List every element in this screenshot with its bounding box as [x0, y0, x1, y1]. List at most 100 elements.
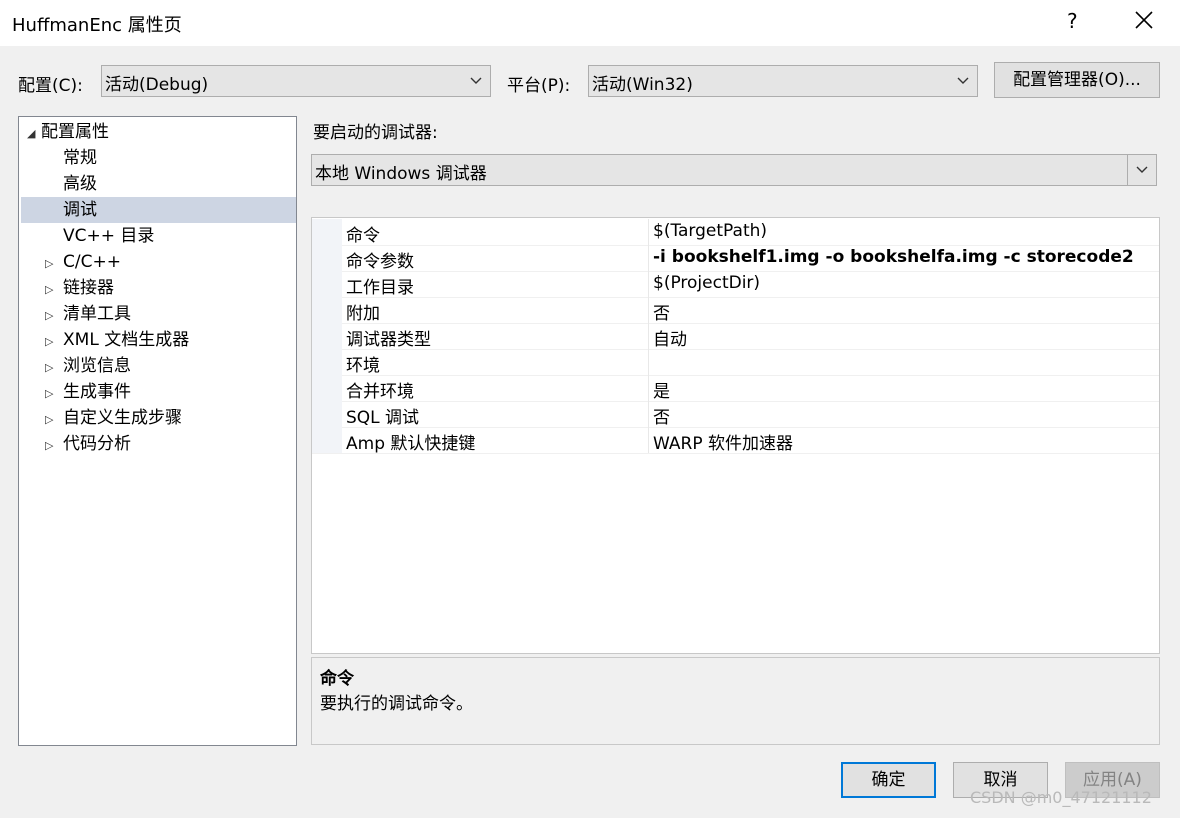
property-name: 命令	[346, 226, 380, 246]
tree-item-label: 代码分析	[63, 434, 131, 454]
row-gutter	[312, 323, 342, 349]
tree-item[interactable]: 调试	[45, 197, 97, 223]
property-value[interactable]: $(TargetPath)	[653, 221, 767, 241]
row-gutter	[312, 375, 342, 401]
property-row[interactable]: 附加 否	[312, 297, 1159, 324]
property-value[interactable]: 是	[653, 377, 670, 402]
column-separator	[648, 375, 649, 401]
debugger-select[interactable]: 本地 Windows 调试器	[311, 154, 1157, 186]
property-name: 调试器类型	[346, 330, 431, 350]
tree-item[interactable]: ▷ 浏览信息	[45, 353, 131, 379]
help-button[interactable]: ?	[1067, 9, 1078, 33]
tree-item[interactable]: ▷ 清单工具	[45, 301, 131, 327]
property-name: 环境	[346, 356, 380, 376]
debugger-dropdown-button[interactable]	[1127, 155, 1156, 185]
platform-select[interactable]: 活动(Win32)	[588, 65, 978, 97]
property-row[interactable]: 合并环境 是	[312, 375, 1159, 402]
column-separator	[648, 401, 649, 427]
expand-arrow-icon[interactable]: ▷	[45, 251, 59, 277]
row-gutter	[312, 427, 342, 453]
tree-item[interactable]: ▷ C/C++	[45, 249, 121, 275]
property-row[interactable]: 工作目录 $(ProjectDir)	[312, 271, 1159, 298]
config-label: 配置(C):	[18, 76, 83, 96]
tree-item[interactable]: 高级	[45, 171, 97, 197]
description-title: 命令	[320, 669, 354, 689]
tree-item-label: 调试	[63, 200, 97, 220]
property-row[interactable]: 调试器类型 自动	[312, 323, 1159, 350]
tree-item-label: 浏览信息	[63, 356, 131, 376]
row-gutter	[312, 297, 342, 323]
property-name: Amp 默认快捷键	[346, 434, 476, 454]
property-row[interactable]: 命令 $(TargetPath)	[312, 219, 1159, 246]
tree-item-label: 链接器	[63, 278, 114, 298]
tree-item-label: 常规	[63, 148, 97, 168]
column-separator	[648, 297, 649, 323]
expand-arrow-icon[interactable]: ▷	[45, 303, 59, 329]
tree-item-label: 高级	[63, 174, 97, 194]
property-row[interactable]: 命令参数 -i bookshelf1.img -o bookshelfa.img …	[312, 245, 1159, 272]
column-separator	[648, 349, 649, 375]
tree-root[interactable]: ◢ 配置属性	[27, 119, 109, 145]
property-value[interactable]: $(ProjectDir)	[653, 273, 760, 293]
tree-item[interactable]: ▷ 代码分析	[45, 431, 131, 457]
column-separator	[648, 323, 649, 349]
property-row[interactable]: SQL 调试 否	[312, 401, 1159, 428]
config-select[interactable]: 活动(Debug)	[101, 65, 491, 97]
property-value[interactable]: WARP 软件加速器	[653, 429, 793, 454]
property-value[interactable]: -i bookshelf1.img -o bookshelfa.img -c s…	[653, 247, 1134, 267]
tree-item[interactable]: ▷ 链接器	[45, 275, 114, 301]
property-value[interactable]: 否	[653, 299, 670, 324]
row-gutter	[312, 219, 342, 245]
debugger-label: 要启动的调试器:	[313, 123, 438, 143]
config-select-value: 活动(Debug)	[105, 75, 209, 95]
close-icon[interactable]	[1134, 10, 1154, 30]
tree-item[interactable]: VC++ 目录	[45, 223, 154, 249]
property-name: 合并环境	[346, 382, 414, 402]
expand-arrow-icon[interactable]: ▷	[45, 355, 59, 381]
column-separator	[648, 427, 649, 453]
watermark-text: CSDN @m0_47121112	[970, 788, 1152, 807]
column-separator	[648, 271, 649, 297]
window-title: HuffmanEnc 属性页	[12, 15, 182, 36]
debugger-select-value: 本地 Windows 调试器	[315, 164, 487, 184]
tree-item-label: 生成事件	[63, 382, 131, 402]
platform-select-value: 活动(Win32)	[592, 75, 693, 95]
expand-arrow-icon[interactable]: ▷	[45, 381, 59, 407]
tree-root-label: 配置属性	[41, 122, 109, 142]
tree-item[interactable]: ▷ XML 文档生成器	[45, 327, 189, 353]
config-manager-button[interactable]: 配置管理器(O)...	[994, 62, 1160, 98]
property-grid: 命令 $(TargetPath) 命令参数 -i bookshelf1.img -o …	[311, 217, 1160, 654]
tree-item-label: C/C++	[63, 252, 121, 272]
platform-label: 平台(P):	[507, 76, 571, 96]
column-separator	[648, 219, 649, 245]
description-pane: 命令 要执行的调试命令。	[311, 657, 1160, 745]
expand-arrow-icon[interactable]: ▷	[45, 277, 59, 303]
tree-item-label: VC++ 目录	[63, 226, 155, 246]
expand-arrow-icon[interactable]: ▷	[45, 407, 59, 433]
property-row[interactable]: 环境	[312, 349, 1159, 376]
row-gutter	[312, 401, 342, 427]
property-row[interactable]: Amp 默认快捷键 WARP 软件加速器	[312, 427, 1159, 454]
property-name: 附加	[346, 304, 380, 324]
tree-item[interactable]: ▷ 自定义生成步骤	[45, 405, 182, 431]
description-text: 要执行的调试命令。	[320, 694, 473, 714]
tree-item-label: 清单工具	[63, 304, 131, 324]
property-name: SQL 调试	[346, 408, 420, 428]
tree-item[interactable]: 常规	[45, 145, 97, 171]
chevron-down-icon	[1136, 166, 1148, 173]
expand-arrow-icon[interactable]: ▷	[45, 329, 59, 355]
tree-item[interactable]: ▷ 生成事件	[45, 379, 131, 405]
property-value[interactable]: 否	[653, 403, 670, 428]
column-separator	[648, 245, 649, 271]
property-value[interactable]: 自动	[653, 325, 687, 350]
expand-arrow-icon[interactable]: ▷	[45, 433, 59, 459]
property-name: 命令参数	[346, 252, 414, 272]
tree-item-label: XML 文档生成器	[63, 330, 190, 350]
row-gutter	[312, 349, 342, 375]
row-gutter	[312, 245, 342, 271]
row-gutter	[312, 271, 342, 297]
property-name: 工作目录	[346, 278, 414, 298]
tree-item-label: 自定义生成步骤	[63, 408, 182, 428]
property-tree: ◢ 配置属性 常规 高级 调试 VC++ 目录 ▷ C/C++ ▷ 链接器 ▷ 清单工具 ▷ XML 文…	[18, 116, 297, 746]
ok-button[interactable]: 确定	[841, 762, 936, 798]
